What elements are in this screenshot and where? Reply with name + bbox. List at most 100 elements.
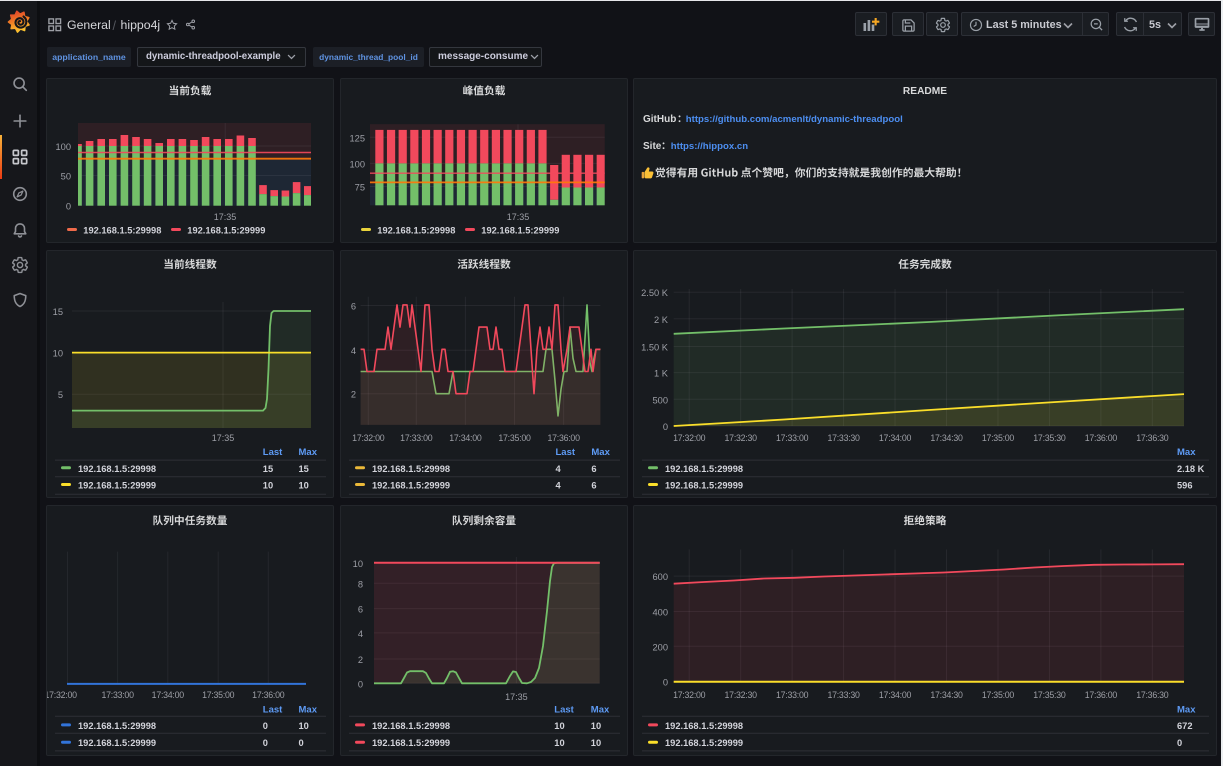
svg-text:192.168.1.5:29999: 192.168.1.5:29999 <box>78 738 156 748</box>
svg-text:17:34:30: 17:34:30 <box>930 433 963 443</box>
svg-text:Max: Max <box>1177 704 1196 715</box>
svg-text:2.18 K: 2.18 K <box>1177 464 1205 474</box>
svg-text:4: 4 <box>556 481 562 491</box>
svg-text:README: README <box>903 86 947 97</box>
svg-text:17:33:00: 17:33:00 <box>776 433 809 443</box>
svg-text:192.168.1.5:29999: 192.168.1.5:29999 <box>187 226 265 236</box>
svg-text:Last: Last <box>554 704 574 715</box>
svg-text:600: 600 <box>652 572 668 582</box>
svg-text:Max: Max <box>299 447 318 458</box>
svg-text:0: 0 <box>299 738 304 748</box>
svg-text:17:36:00: 17:36:00 <box>1085 433 1118 443</box>
svg-text:Max: Max <box>591 447 610 458</box>
svg-text:17:34:30: 17:34:30 <box>930 690 963 700</box>
svg-text:6: 6 <box>591 481 596 491</box>
svg-text:17:34:00: 17:34:00 <box>152 690 185 700</box>
svg-text:596: 596 <box>1177 481 1193 491</box>
svg-text:17:32:00: 17:32:00 <box>673 433 706 443</box>
svg-text:192.168.1.5:29998: 192.168.1.5:29998 <box>372 464 450 474</box>
svg-text:192.168.1.5:29999: 192.168.1.5:29999 <box>372 481 450 491</box>
svg-text:17:33:00: 17:33:00 <box>101 690 134 700</box>
svg-text:17:35: 17:35 <box>214 212 237 222</box>
svg-text:Site: Site <box>643 141 662 152</box>
svg-text:672: 672 <box>1177 721 1193 731</box>
svg-text:17:33:00: 17:33:00 <box>776 690 809 700</box>
svg-text:192.168.1.5:29999: 192.168.1.5:29999 <box>78 481 156 491</box>
svg-text:10: 10 <box>591 721 601 731</box>
svg-text:192.168.1.5:29998: 192.168.1.5:29998 <box>78 721 156 731</box>
svg-text:17:35:30: 17:35:30 <box>1033 433 1066 443</box>
svg-text:Max: Max <box>591 704 610 715</box>
svg-text:15: 15 <box>53 307 63 317</box>
svg-text:15: 15 <box>299 464 309 474</box>
svg-text:17:35:00: 17:35:00 <box>982 690 1015 700</box>
svg-text:2: 2 <box>358 655 363 665</box>
svg-text:0: 0 <box>263 721 268 731</box>
svg-text:17:36:30: 17:36:30 <box>1136 433 1169 443</box>
svg-text:4: 4 <box>351 346 356 356</box>
svg-text:17:35:30: 17:35:30 <box>1033 690 1066 700</box>
svg-text:192.168.1.5:29998: 192.168.1.5:29998 <box>78 464 156 474</box>
svg-text:6: 6 <box>591 464 596 474</box>
svg-text:10: 10 <box>299 481 309 491</box>
svg-text:17:32:00: 17:32:00 <box>673 690 706 700</box>
svg-text:75: 75 <box>355 183 365 193</box>
svg-text:2.50 K: 2.50 K <box>641 288 669 298</box>
svg-text:10: 10 <box>353 559 363 569</box>
svg-text:192.168.1.5:29998: 192.168.1.5:29998 <box>83 226 161 236</box>
svg-text:17:32:30: 17:32:30 <box>725 433 758 443</box>
svg-text:17:34:00: 17:34:00 <box>879 433 912 443</box>
svg-text:125: 125 <box>349 133 365 143</box>
svg-text:0: 0 <box>358 679 363 689</box>
svg-text:200: 200 <box>652 642 668 652</box>
svg-text:2 K: 2 K <box>654 315 669 325</box>
svg-text:192.168.1.5:29998: 192.168.1.5:29998 <box>372 721 450 731</box>
svg-text:17:32:00: 17:32:00 <box>47 690 77 700</box>
svg-text:0: 0 <box>663 678 668 688</box>
svg-text:17:36:00: 17:36:00 <box>252 690 285 700</box>
svg-text:Max: Max <box>299 704 318 715</box>
svg-text:https://hippox.cn: https://hippox.cn <box>671 141 748 152</box>
svg-text:10: 10 <box>554 738 564 748</box>
svg-text:17:35: 17:35 <box>505 692 528 702</box>
svg-text:4: 4 <box>556 464 562 474</box>
svg-text:17:36:00: 17:36:00 <box>547 433 580 443</box>
svg-text:4: 4 <box>358 629 363 639</box>
svg-text:192.168.1.5:29999: 192.168.1.5:29999 <box>481 226 559 236</box>
svg-text:10: 10 <box>263 481 273 491</box>
svg-text:500: 500 <box>652 395 668 405</box>
svg-text:1.50 K: 1.50 K <box>641 343 669 353</box>
svg-text:17:35:00: 17:35:00 <box>982 433 1015 443</box>
svg-text:10: 10 <box>591 738 601 748</box>
svg-text:17:32:30: 17:32:30 <box>725 690 758 700</box>
svg-text:50: 50 <box>61 172 71 182</box>
svg-text:Max: Max <box>1177 447 1196 458</box>
svg-text:17:33:30: 17:33:30 <box>827 690 860 700</box>
svg-text:100: 100 <box>55 142 71 152</box>
svg-text:0: 0 <box>663 422 668 432</box>
svg-text:Last: Last <box>556 447 576 458</box>
svg-text:400: 400 <box>652 608 668 618</box>
svg-text:8: 8 <box>358 579 363 589</box>
svg-text:Last: Last <box>263 447 283 458</box>
svg-text:0: 0 <box>66 202 71 212</box>
svg-text:192.168.1.5:29998: 192.168.1.5:29998 <box>665 721 743 731</box>
svg-text:17:36:00: 17:36:00 <box>1085 690 1118 700</box>
svg-text:10: 10 <box>299 721 309 731</box>
svg-text:17:33:00: 17:33:00 <box>400 433 433 443</box>
svg-text:17:34:00: 17:34:00 <box>449 433 482 443</box>
svg-text:17:35: 17:35 <box>507 212 530 222</box>
svg-text:6: 6 <box>358 605 363 615</box>
svg-text:Last: Last <box>263 704 283 715</box>
svg-text:192.168.1.5:29999: 192.168.1.5:29999 <box>372 738 450 748</box>
svg-text:192.168.1.5:29999: 192.168.1.5:29999 <box>665 481 743 491</box>
svg-text:6: 6 <box>351 302 356 312</box>
svg-text:100: 100 <box>349 159 365 169</box>
svg-text:0: 0 <box>1177 738 1182 748</box>
svg-text:5: 5 <box>58 390 63 400</box>
svg-text:192.168.1.5:29998: 192.168.1.5:29998 <box>377 226 455 236</box>
svg-text:0: 0 <box>263 738 268 748</box>
svg-text:17:35:00: 17:35:00 <box>498 433 531 443</box>
svg-text:192.168.1.5:29998: 192.168.1.5:29998 <box>665 464 743 474</box>
svg-text:https://github.com/acmenlt/dyn: https://github.com/acmenlt/dynamic-threa… <box>686 114 903 125</box>
